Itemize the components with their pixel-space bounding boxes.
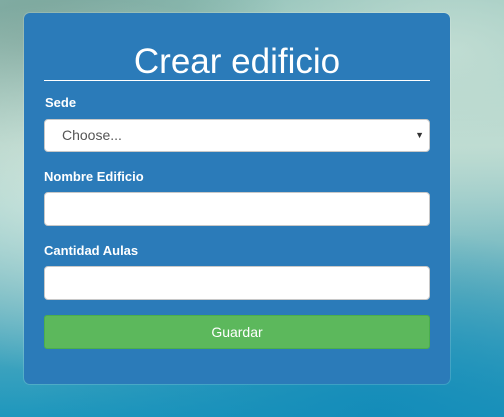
nombre-edificio-input[interactable] [44,192,430,226]
form-title: Crear edificio [133,42,341,81]
nombre-edificio-label: Nombre Edificio [44,169,144,184]
sede-label: Sede [45,95,77,110]
create-building-form: Crear edificio Sede Choose... ▼ Nombre E… [24,13,450,384]
caret-down-icon: ▼ [415,130,424,140]
cantidad-aulas-input[interactable] [44,266,430,300]
sede-selected-value: Choose... [62,127,122,143]
sede-select[interactable]: Choose... ▼ [44,119,430,152]
cantidad-aulas-label: Cantidad Aulas [44,243,139,258]
guardar-button[interactable]: Guardar [44,315,430,349]
